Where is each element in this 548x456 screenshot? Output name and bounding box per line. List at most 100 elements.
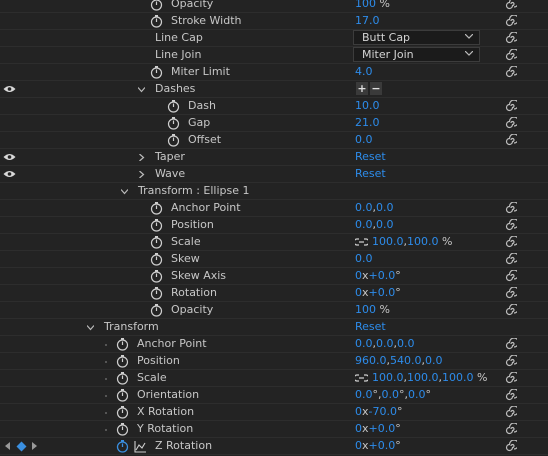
expression-pickwhip-icon[interactable] [505,270,517,282]
expression-pickwhip-icon[interactable] [505,100,517,112]
constrain-proportions-link-icon[interactable] [355,238,368,246]
expression-pickwhip-icon[interactable] [505,406,517,418]
stopwatch-icon[interactable] [150,304,163,317]
expression-pickwhip-icon[interactable] [505,134,517,146]
expression-pickwhip-icon[interactable] [505,202,517,214]
property-value[interactable]: 17.0 [355,14,380,27]
expression-pickwhip-icon[interactable] [505,253,517,265]
property-value[interactable]: 0.0,0.0 [355,201,394,214]
reset-link[interactable]: Reset [355,320,386,333]
expression-pickwhip-icon[interactable] [505,236,517,248]
expression-pickwhip-icon[interactable] [505,389,517,401]
property-row-anchor-point-3d: Anchor Point 0.0,0.0,0.0 [0,336,548,353]
property-row-scale: Scale 100.0,100.0 % [0,234,548,251]
property-value[interactable]: 100 % [355,303,390,316]
expression-pickwhip-icon[interactable] [505,304,517,316]
property-value[interactable]: 4.0 [355,65,373,78]
property-value[interactable]: 0x+0.0° [355,439,401,452]
expression-pickwhip-icon[interactable] [505,372,517,384]
property-label: Scale [171,235,201,248]
property-row-dash: Dash 10.0 [0,98,548,115]
expression-pickwhip-icon[interactable] [505,0,517,10]
stopwatch-icon[interactable] [150,202,163,215]
expression-pickwhip-icon[interactable] [505,117,517,129]
stopwatch-icon[interactable] [150,15,163,28]
stopwatch-icon[interactable] [150,66,163,79]
property-value[interactable]: 10.0 [355,99,380,112]
property-value[interactable]: 100.0,100.0,100.0 % [355,371,487,384]
property-value[interactable]: 0.0 [355,133,373,146]
eye-icon[interactable] [3,153,16,161]
property-value[interactable]: 0.0,0.0 [355,218,394,231]
expression-pickwhip-icon[interactable] [505,15,517,27]
stopwatch-icon[interactable] [167,117,180,130]
add-dash-button[interactable]: + [356,82,368,95]
property-value[interactable]: 0.0 [355,252,373,265]
property-value[interactable]: 960.0,540.0,0.0 [355,354,443,367]
chevron-down-icon[interactable] [138,86,145,93]
property-label: Miter Limit [171,65,230,78]
property-label: Z Rotation [155,439,213,452]
property-value[interactable]: 100.0,100.0 % [355,235,452,248]
keyframe-nav-dot [105,395,107,397]
stopwatch-icon[interactable] [150,253,163,266]
property-value[interactable]: 0x-70.0° [355,405,402,418]
property-value[interactable]: 0.0,0.0,0.0 [355,337,415,350]
expression-pickwhip-icon[interactable] [505,49,517,61]
expression-pickwhip-icon[interactable] [505,219,517,231]
stopwatch-icon[interactable] [116,389,129,402]
next-keyframe-icon[interactable] [31,441,38,451]
previous-keyframe-icon[interactable] [4,441,11,451]
stopwatch-active-icon[interactable] [116,440,129,453]
stopwatch-icon[interactable] [167,134,180,147]
line-cap-dropdown[interactable]: Butt Cap [353,30,480,45]
expression-pickwhip-icon[interactable] [505,355,517,367]
property-row-x-rotation: X Rotation 0x-70.0° [0,404,548,421]
stopwatch-icon[interactable] [150,270,163,283]
property-label: Y Rotation [137,422,194,435]
property-value[interactable]: 0x+0.0° [355,269,401,282]
reset-link[interactable]: Reset [355,150,386,163]
constrain-proportions-link-icon[interactable] [355,374,368,382]
expression-pickwhip-icon[interactable] [505,338,517,350]
property-label: Orientation [137,388,200,401]
expression-pickwhip-icon[interactable] [505,66,517,78]
eye-icon[interactable] [3,85,16,93]
property-row-rotation: Rotation 0x+0.0° [0,285,548,302]
property-value[interactable]: 21.0 [355,116,380,129]
chevron-right-icon[interactable] [138,154,145,161]
expression-pickwhip-icon[interactable] [505,287,517,299]
property-label: Anchor Point [137,337,207,350]
remove-dash-button[interactable]: − [370,82,382,95]
stopwatch-icon[interactable] [150,287,163,300]
stopwatch-icon[interactable] [116,355,129,368]
dropdown-value: Butt Cap [362,31,411,44]
stopwatch-icon[interactable] [116,423,129,436]
stopwatch-icon[interactable] [116,372,129,385]
keyframe-diamond-icon[interactable] [16,441,27,452]
stopwatch-icon[interactable] [150,236,163,249]
property-row-transform: Transform Reset [0,319,548,336]
property-value[interactable]: 0x+0.0° [355,286,401,299]
chevron-right-icon[interactable] [138,171,145,178]
expression-pickwhip-icon[interactable] [505,423,517,435]
keyframe-nav-dot [105,412,107,414]
stopwatch-icon[interactable] [150,0,163,11]
property-value[interactable]: 100 % [355,0,390,10]
reset-link[interactable]: Reset [355,167,386,180]
property-label: Dash [188,99,216,112]
stopwatch-icon[interactable] [150,219,163,232]
line-join-dropdown[interactable]: Miter Join [353,47,480,62]
stopwatch-icon[interactable] [116,338,129,351]
chevron-down-icon[interactable] [87,324,94,331]
keyframe-nav-dot [105,378,107,380]
chevron-down-icon[interactable] [121,188,128,195]
expression-pickwhip-icon[interactable] [505,440,517,452]
eye-icon[interactable] [3,170,16,178]
stopwatch-icon[interactable] [116,406,129,419]
expression-pickwhip-icon[interactable] [505,32,517,44]
property-value[interactable]: 0.0°,0.0°,0.0° [355,388,431,401]
stopwatch-icon[interactable] [167,100,180,113]
property-value[interactable]: 0x+0.0° [355,422,401,435]
graph-editor-icon[interactable] [134,440,147,453]
